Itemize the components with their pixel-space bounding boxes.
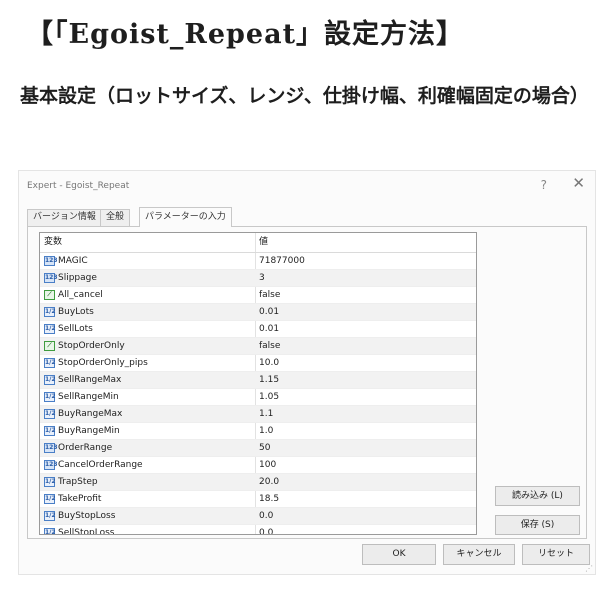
close-icon[interactable]: ✕ (572, 176, 585, 191)
param-value[interactable]: false (259, 338, 280, 354)
param-name: StopOrderOnly (58, 341, 125, 351)
param-value[interactable]: 100 (259, 457, 276, 473)
double-type-icon: 1/2 (44, 409, 56, 419)
param-name: SellLots (58, 324, 93, 334)
header-value: 値 (259, 237, 269, 247)
double-type-icon: 1/2 (44, 426, 56, 436)
param-name: BuyRangeMin (58, 426, 120, 436)
double-type-icon: 1/2 (44, 307, 56, 317)
table-row[interactable]: 123 CancelOrderRange 100 (40, 457, 476, 474)
param-name: SellRangeMax (58, 375, 122, 385)
page-subtitle: 基本設定（ロットサイズ、レンジ、仕掛け幅、利確幅固定の場合） (20, 85, 589, 107)
load-button[interactable]: 読み込み (L) (495, 486, 580, 506)
int-type-icon: 123 (44, 460, 58, 470)
table-row[interactable]: 1/2 BuyLots 0.01 (40, 304, 476, 321)
param-value[interactable]: 18.5 (259, 491, 279, 507)
table-row[interactable]: ⟋ All_cancel false (40, 287, 476, 304)
param-name: SellRangeMin (58, 392, 119, 402)
param-name: All_cancel (58, 290, 103, 300)
param-value[interactable]: 10.0 (259, 355, 279, 371)
table-row[interactable]: 1/2 BuyRangeMin 1.0 (40, 423, 476, 440)
header-variable: 変数 (44, 237, 63, 247)
table-row[interactable]: ⟋ StopOrderOnly false (40, 338, 476, 355)
table-row[interactable]: 1/2 SellStopLoss 0.0 (40, 525, 476, 535)
param-value[interactable]: 0.01 (259, 321, 279, 337)
page-title: 【「Egoist_Repeat」設定方法】 (26, 19, 465, 50)
int-type-icon: 123 (44, 273, 58, 283)
int-type-icon: 123 (44, 443, 58, 453)
param-value[interactable]: 0.0 (259, 508, 273, 524)
param-value[interactable]: 0.0 (259, 525, 273, 534)
bool-type-icon: ⟋ (44, 341, 55, 351)
tab-general[interactable]: 全般 (100, 209, 131, 226)
tab-parameters[interactable]: パラメーターの入力 (139, 207, 232, 227)
param-name: TakeProfit (58, 494, 102, 504)
expert-dialog: Expert - Egoist_Repeat ? ✕ バージョン情報 全般 パラ… (18, 170, 596, 575)
tab-version-info[interactable]: バージョン情報 (27, 209, 102, 226)
table-row[interactable]: 1/2 TakeProfit 18.5 (40, 491, 476, 508)
param-name: CancelOrderRange (58, 460, 143, 470)
resize-grip-icon[interactable]: ⋰ (585, 565, 593, 573)
param-value[interactable]: 71877000 (259, 253, 305, 269)
table-header: 変数 値 (40, 233, 476, 253)
help-icon[interactable]: ? (541, 178, 547, 192)
param-value[interactable]: 1.1 (259, 406, 273, 422)
save-button[interactable]: 保存 (S) (495, 515, 580, 535)
param-value[interactable]: 1.15 (259, 372, 279, 388)
parameters-table[interactable]: 変数 値 123 MAGIC 71877000 123 Slippage 3 ⟋ All_ca… (39, 232, 477, 535)
ok-button[interactable]: OK (362, 544, 436, 565)
param-name: OrderRange (58, 443, 113, 453)
param-value[interactable]: 1.05 (259, 389, 279, 405)
dialog-title: Expert - Egoist_Repeat (27, 181, 130, 191)
reset-button[interactable]: リセット (522, 544, 590, 565)
double-type-icon: 1/2 (44, 511, 56, 521)
table-row[interactable]: 123 MAGIC 71877000 (40, 253, 476, 270)
param-value[interactable]: 3 (259, 270, 265, 286)
param-value[interactable]: 0.01 (259, 304, 279, 320)
double-type-icon: 1/2 (44, 392, 56, 402)
table-row[interactable]: 1/2 SellLots 0.01 (40, 321, 476, 338)
param-name: StopOrderOnly_pips (58, 358, 148, 368)
double-type-icon: 1/2 (44, 375, 56, 385)
param-name: TrapStep (58, 477, 98, 487)
bool-type-icon: ⟋ (44, 290, 55, 300)
parameters-panel: 変数 値 123 MAGIC 71877000 123 Slippage 3 ⟋ All_ca… (27, 226, 587, 539)
table-body: 123 MAGIC 71877000 123 Slippage 3 ⟋ All_cancel f… (40, 253, 476, 535)
param-name: Slippage (58, 273, 97, 283)
double-type-icon: 1/2 (44, 528, 56, 534)
double-type-icon: 1/2 (44, 477, 56, 487)
table-row[interactable]: 123 Slippage 3 (40, 270, 476, 287)
table-row[interactable]: 1/2 SellRangeMin 1.05 (40, 389, 476, 406)
table-row[interactable]: 1/2 StopOrderOnly_pips 10.0 (40, 355, 476, 372)
table-row[interactable]: 1/2 BuyStopLoss 0.0 (40, 508, 476, 525)
param-value[interactable]: false (259, 287, 280, 303)
table-row[interactable]: 1/2 SellRangeMax 1.15 (40, 372, 476, 389)
table-row[interactable]: 123 OrderRange 50 (40, 440, 476, 457)
param-name: BuyRangeMax (58, 409, 123, 419)
double-type-icon: 1/2 (44, 358, 56, 368)
param-name: BuyLots (58, 307, 94, 317)
param-name: SellStopLoss (58, 528, 115, 535)
double-type-icon: 1/2 (44, 494, 56, 504)
int-type-icon: 123 (44, 256, 58, 266)
double-type-icon: 1/2 (44, 324, 56, 334)
table-row[interactable]: 1/2 TrapStep 20.0 (40, 474, 476, 491)
param-name: MAGIC (58, 256, 88, 266)
param-name: BuyStopLoss (58, 511, 116, 521)
param-value[interactable]: 1.0 (259, 423, 273, 439)
param-value[interactable]: 50 (259, 440, 270, 456)
param-value[interactable]: 20.0 (259, 474, 279, 490)
cancel-button[interactable]: キャンセル (443, 544, 515, 565)
table-row[interactable]: 1/2 BuyRangeMax 1.1 (40, 406, 476, 423)
